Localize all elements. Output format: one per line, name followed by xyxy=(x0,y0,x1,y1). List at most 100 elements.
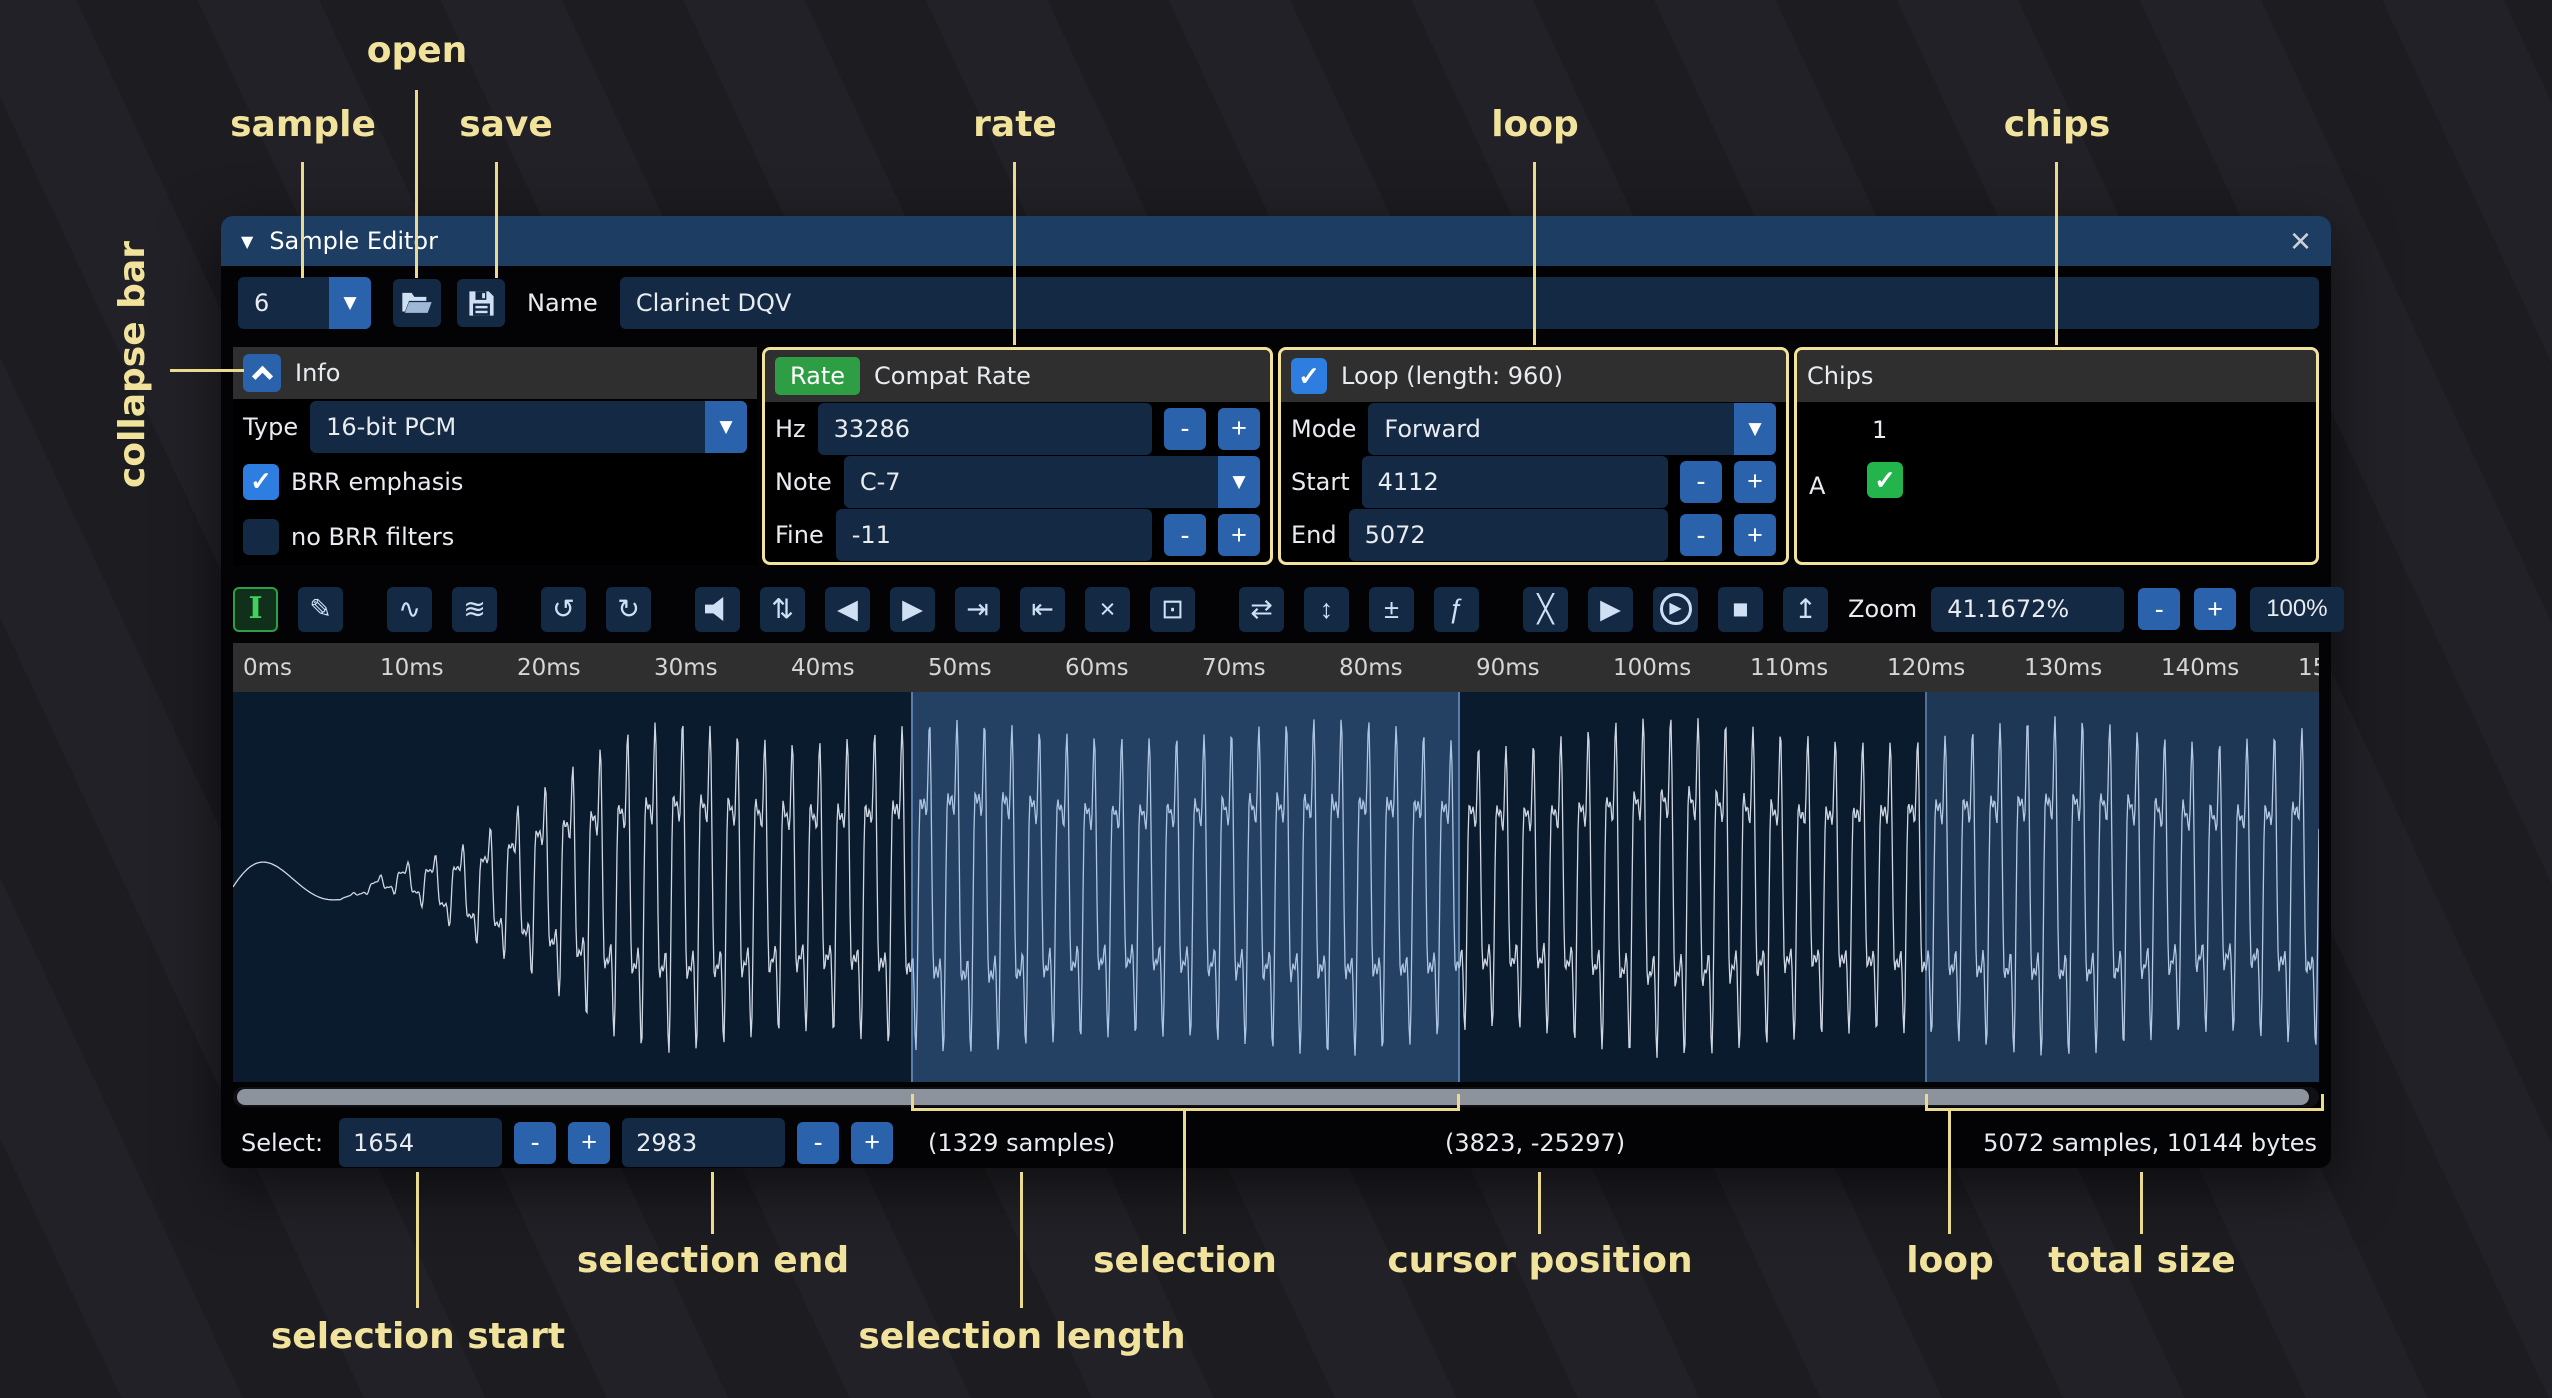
annotation-line xyxy=(1538,1172,1541,1234)
reverse-button[interactable]: ⇄ xyxy=(1239,587,1284,632)
fine-minus-button[interactable]: - xyxy=(1164,514,1206,556)
open-button[interactable] xyxy=(393,279,441,327)
redo-button[interactable]: ↻ xyxy=(606,587,651,632)
delete-button[interactable]: × xyxy=(1085,587,1130,632)
upload-button[interactable]: ↥ xyxy=(1783,587,1828,632)
annotation-loop: loop xyxy=(1491,104,1579,145)
ruler-tick: 110ms xyxy=(1750,655,1828,681)
annotation-line xyxy=(2140,1172,2143,1234)
waveform-svg xyxy=(233,692,2319,1082)
annotation-selection-length: selection length xyxy=(858,1316,1185,1357)
loop-end-row: End 5072 - + xyxy=(1281,509,1786,562)
header-row: 6 ▼ xyxy=(233,277,2319,329)
ruler-tick: 10ms xyxy=(380,655,444,681)
sign-invert-button[interactable]: ± xyxy=(1369,587,1414,632)
hz-minus-button[interactable]: - xyxy=(1164,408,1206,450)
preview-button[interactable]: ▶ xyxy=(1588,587,1633,632)
zoom-out-button[interactable]: - xyxy=(2138,588,2180,630)
loop-end-plus-button[interactable]: + xyxy=(1734,514,1776,556)
selection-start-input[interactable]: 1654 xyxy=(339,1118,502,1167)
annotation-selection-end: selection end xyxy=(577,1240,849,1281)
ruler-tick: 130ms xyxy=(2024,655,2102,681)
hz-plus-button[interactable]: + xyxy=(1218,408,1260,450)
type-row: Type 16-bit PCM ▼ xyxy=(233,399,757,454)
ruler-tick: 80ms xyxy=(1339,655,1403,681)
collapse-button[interactable] xyxy=(243,354,281,392)
selection-start-plus-button[interactable]: + xyxy=(568,1122,610,1164)
loop-start-minus-button[interactable]: - xyxy=(1680,461,1722,503)
selection-end-plus-button[interactable]: + xyxy=(851,1122,893,1164)
hz-value: 33286 xyxy=(834,415,910,443)
save-button[interactable] xyxy=(457,279,505,327)
close-icon[interactable]: × xyxy=(2290,223,2311,259)
sample-number-value: 6 xyxy=(238,289,285,317)
selection-start-minus-button[interactable]: - xyxy=(514,1122,556,1164)
no-brr-filters-checkbox[interactable] xyxy=(243,519,279,555)
note-select[interactable]: C-7 ▼ xyxy=(844,456,1260,508)
trim-icon: ⊡ xyxy=(1161,596,1184,623)
cursor-position-text: (3823, -25297) xyxy=(1445,1129,1625,1157)
window-title: Sample Editor xyxy=(269,227,438,255)
apply-silence-button[interactable]: ⇤ xyxy=(1020,587,1065,632)
insert-silence-button[interactable]: ⇥ xyxy=(955,587,1000,632)
total-size-text: 5072 samples, 10144 bytes xyxy=(1983,1129,2317,1157)
chip-row-label: A xyxy=(1809,472,1825,500)
name-input[interactable]: Clarinet DQV xyxy=(620,277,2319,329)
zoom-in-button[interactable]: + xyxy=(2194,588,2236,630)
zoom-input[interactable]: 41.1672% xyxy=(1931,587,2124,632)
loop-mode-value: Forward xyxy=(1368,415,1497,443)
resample-button[interactable]: ≋ xyxy=(452,587,497,632)
fade-out-button[interactable]: ◀ xyxy=(825,587,870,632)
zoom-reset-button[interactable]: 100% xyxy=(2250,587,2343,632)
selection-end-minus-button[interactable]: - xyxy=(797,1122,839,1164)
scrollbar-thumb[interactable] xyxy=(237,1089,2309,1105)
brr-emphasis-checkbox[interactable]: ✓ xyxy=(243,464,279,500)
crossfade-button[interactable]: ╳ xyxy=(1523,587,1568,632)
filter-button[interactable]: ƒ xyxy=(1434,587,1479,632)
loop-mode-select[interactable]: Forward ▼ xyxy=(1368,403,1776,455)
type-value: 16-bit PCM xyxy=(310,413,472,441)
annotation-line xyxy=(711,1172,714,1234)
resize-button[interactable]: ∿ xyxy=(387,587,432,632)
type-label: Type xyxy=(243,413,298,441)
dropdown-arrow-icon[interactable]: ▼ xyxy=(329,277,371,329)
dropdown-arrow-icon[interactable]: ▼ xyxy=(1734,403,1776,455)
loop-start-input[interactable]: 4112 xyxy=(1362,456,1668,508)
crossfade-icon: ╳ xyxy=(1537,596,1553,623)
window-titlebar[interactable]: ▼ Sample Editor × xyxy=(221,216,2331,266)
chips-panel-title: Chips xyxy=(1807,362,1873,390)
no-brr-filters-row: no BRR filters xyxy=(233,509,757,564)
loop-start-plus-button[interactable]: + xyxy=(1734,461,1776,503)
dropdown-arrow-icon[interactable]: ▼ xyxy=(1218,456,1260,508)
dropdown-arrow-icon[interactable]: ▼ xyxy=(705,401,747,453)
invert-button[interactable]: ↕ xyxy=(1304,587,1349,632)
selection-end-input[interactable]: 2983 xyxy=(622,1118,785,1167)
loop-enable-checkbox[interactable]: ✓ xyxy=(1291,358,1327,394)
select-tool-button[interactable]: I xyxy=(233,587,278,632)
timeline-ruler[interactable]: 0ms10ms20ms30ms40ms50ms60ms70ms80ms90ms1… xyxy=(233,643,2319,692)
window-collapse-caret-icon[interactable]: ▼ xyxy=(241,232,253,251)
select-label: Select: xyxy=(241,1129,323,1157)
preview-loop-button[interactable]: ▶ xyxy=(1653,587,1698,632)
fine-input[interactable]: -11 xyxy=(836,509,1152,561)
loop-end-minus-button[interactable]: - xyxy=(1680,514,1722,556)
ruler-tick: 50ms xyxy=(928,655,992,681)
note-label: Note xyxy=(775,468,832,496)
fade-in-button[interactable]: ▶ xyxy=(890,587,935,632)
normalize-button[interactable]: ⇅ xyxy=(760,587,805,632)
fine-plus-button[interactable]: + xyxy=(1218,514,1260,556)
hz-input[interactable]: 33286 xyxy=(818,403,1152,455)
chip-a-checkbox[interactable]: ✓ xyxy=(1867,462,1903,498)
loop-end-input[interactable]: 5072 xyxy=(1349,509,1668,561)
stop-button[interactable]: ■ xyxy=(1718,587,1763,632)
trim-button[interactable]: ⊡ xyxy=(1150,587,1195,632)
waveform-scrollbar[interactable] xyxy=(233,1087,2319,1107)
type-select[interactable]: 16-bit PCM ▼ xyxy=(310,401,747,453)
volume-button[interactable] xyxy=(695,587,740,632)
draw-tool-button[interactable]: ✎ xyxy=(298,587,343,632)
waveform-display[interactable] xyxy=(233,692,2319,1082)
fade-out-icon: ◀ xyxy=(837,596,858,623)
rate-panel: Rate Compat Rate Hz 33286 - + Note xyxy=(762,347,1273,565)
undo-button[interactable]: ↺ xyxy=(541,587,586,632)
sample-number-select[interactable]: 6 ▼ xyxy=(238,277,371,329)
